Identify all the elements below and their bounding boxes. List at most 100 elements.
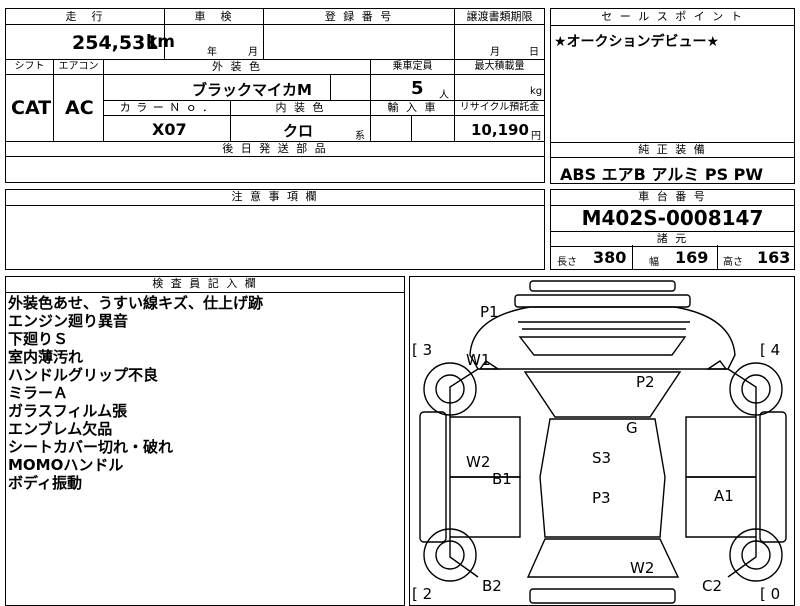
inspector-line: 外装色あせ、うすい線キズ、仕上げ跡	[8, 294, 264, 312]
mark-p2: P2	[636, 373, 655, 391]
interior-color-label: 内 装 色	[275, 101, 326, 114]
transfer-day-unit: 日	[529, 47, 539, 58]
import-label: 輸 入 車	[387, 101, 438, 114]
equipment-box: 純 正 装 備 ABS エアB アルミ PS PW	[550, 142, 795, 184]
mileage-value-cell: 254,531 km	[5, 24, 175, 60]
specs-row: 長さ 380 幅 169 高さ 163	[551, 245, 794, 269]
recycle-unit: 円	[531, 131, 541, 142]
interior-color-label-cell: 内 装 色	[230, 100, 371, 116]
sales-point-box: セ ー ル ス ポ イ ン ト ★オークションデビュー★	[550, 8, 795, 143]
height-label: 高さ	[723, 257, 743, 268]
chassis-box: 車 台 番 号 M402S-0008147 諸 元 長さ 380 幅 169 高…	[550, 189, 795, 270]
specs-label: 諸 元	[551, 231, 794, 247]
color-no-label: カ ラ ー Ｎ ｏ ．	[119, 101, 215, 114]
max-load-value-cell: kg	[454, 74, 545, 101]
later-parts-label-cell: 後 日 発 送 部 品	[5, 141, 545, 157]
registration-header-cell: 登 録 番 号	[263, 8, 455, 25]
aircon-value-cell: AC	[53, 74, 104, 142]
notes-label: 注 意 事 項 欄	[6, 190, 544, 206]
inspector-box: 検 査 員 記 入 欄 外装色あせ、うすい線キズ、仕上げ跡 エンジン廻り異音 下…	[5, 276, 405, 606]
corner-tr: [ 4	[760, 341, 780, 359]
specs-divider-1	[632, 245, 633, 269]
recycle-label: リサイクル預託金	[459, 102, 540, 113]
rear-bumper-bar	[529, 588, 676, 604]
mark-s3: S3	[592, 449, 611, 467]
import-value-cell-b	[411, 115, 455, 142]
interior-color-suffix: 系	[355, 131, 365, 142]
specs-divider-2	[717, 245, 718, 269]
width-label: 幅	[649, 257, 659, 268]
mark-p3: P3	[592, 489, 611, 507]
exterior-color-value: ブラックマイカM	[192, 81, 312, 99]
registration-value-cell	[263, 24, 455, 60]
right-front-door	[685, 416, 756, 478]
car-diagram: P1 W1 P2 G W2 B1 S3 P3 A1 W2 B2 C2 [ 3 […	[412, 280, 787, 604]
left-side-panel	[419, 411, 447, 543]
equipment-label: 純 正 装 備	[551, 143, 794, 158]
max-load-label-cell: 最大積載量	[454, 59, 545, 75]
max-load-label: 最大積載量	[474, 61, 525, 72]
inspection-label: 車 検	[194, 10, 234, 23]
right-rear-door	[685, 476, 756, 538]
roof-main	[539, 418, 666, 538]
corner-bl: [ 2	[412, 585, 432, 603]
later-parts-value-cell	[5, 156, 545, 183]
inspection-value-cell: 年 月	[164, 24, 264, 60]
length-value: 380	[593, 248, 627, 267]
mileage-label: 走 行	[65, 10, 105, 23]
equipment-value: ABS エアB アルミ PS PW	[560, 165, 764, 184]
inspector-line: エンジン廻り異音	[8, 312, 129, 330]
color-no-value-cell: X07	[103, 115, 231, 142]
recycle-value-cell: 10,190 円	[454, 115, 545, 142]
inspector-line: エンブレム欠品	[8, 420, 113, 438]
height-value: 163	[757, 248, 791, 267]
front-bumper-bar-1	[529, 280, 676, 292]
chassis-value: M402S-0008147	[581, 206, 764, 230]
exterior-color-label: 外 装 色	[212, 60, 262, 73]
transfer-month-unit: 月	[490, 47, 500, 58]
length-label: 長さ	[557, 257, 577, 268]
shift-value-cell: CAT	[5, 74, 54, 142]
windshield	[518, 336, 687, 356]
capacity-unit: 人	[439, 90, 449, 101]
mark-w2-bottom: W2	[630, 559, 654, 577]
aircon-label: エアコン	[58, 61, 99, 72]
sales-point-text: ★オークションデビュー★	[554, 34, 720, 50]
mark-b2: B2	[482, 577, 502, 595]
shift-label: シフト	[14, 61, 45, 72]
later-parts-label: 後 日 発 送 部 品	[222, 142, 328, 155]
inspector-line: ハンドルグリップ不良	[8, 366, 159, 384]
inspector-label: 検 査 員 記 入 欄	[6, 277, 404, 293]
mark-a1: A1	[714, 487, 734, 505]
inspector-line: ミラーＡ	[8, 384, 69, 402]
transfer-header-cell: 譲渡書類期限	[454, 8, 545, 25]
capacity-label: 乗車定員	[392, 61, 433, 72]
roof-front	[523, 371, 682, 418]
registration-label: 登 録 番 号	[324, 10, 394, 23]
transfer-label: 譲渡書類期限	[466, 10, 533, 23]
inspection-header-cell: 車 検	[164, 8, 264, 25]
interior-color-value-cell: クロ 系	[230, 115, 371, 142]
aircon-label-cell: エアコン	[53, 59, 104, 75]
capacity-value: 5	[411, 78, 424, 99]
hood-inner	[518, 321, 690, 330]
hood-outline	[469, 306, 736, 370]
inspection-year-unit: 年	[207, 47, 217, 58]
capacity-value-cell: 5 人	[370, 74, 455, 101]
color-no-value: X07	[152, 120, 187, 139]
mark-w1: W1	[466, 351, 490, 369]
mark-g: G	[626, 419, 638, 437]
mark-b1: B1	[492, 470, 512, 488]
max-load-unit: kg	[530, 86, 543, 97]
right-mirror	[705, 360, 728, 370]
corner-tl: [ 3	[412, 341, 432, 359]
width-value: 169	[675, 248, 709, 267]
shift-value: CAT	[11, 97, 52, 119]
inspector-lines: 外装色あせ、うすい線キズ、仕上げ跡 エンジン廻り異音 下廻りＳ 室内薄汚れ ハン…	[8, 294, 263, 492]
exterior-color-value-cell: ブラックマイカM	[103, 74, 331, 101]
inspector-line: ボディ振動	[8, 474, 82, 492]
corner-br: [ 0	[760, 585, 780, 603]
front-bumper-bar-2	[514, 294, 691, 308]
import-value-cell-a	[370, 115, 412, 142]
import-label-cell: 輸 入 車	[370, 100, 455, 116]
